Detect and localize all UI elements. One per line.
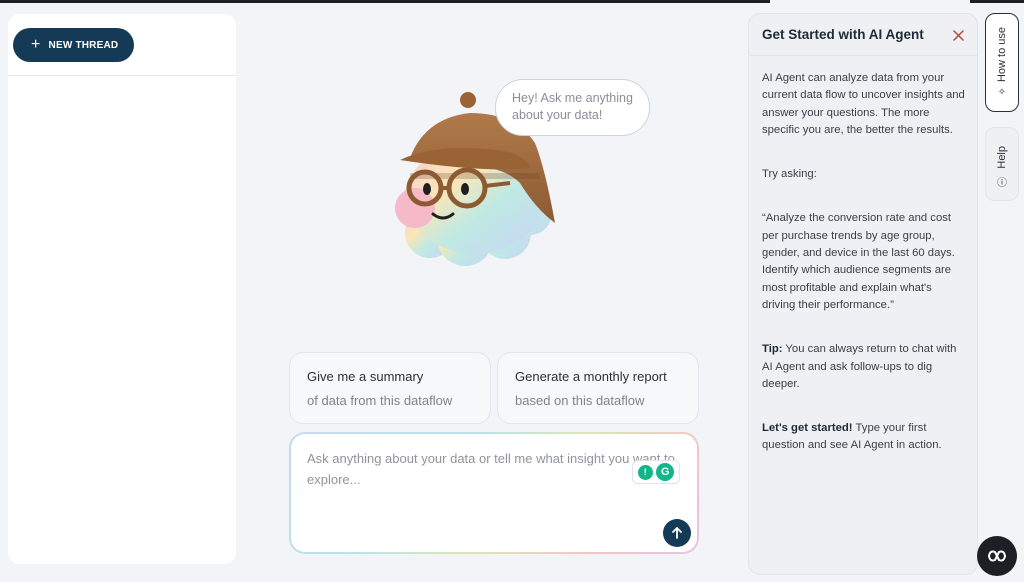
chat-input[interactable] [291,434,697,552]
chat-widget-button[interactable] [977,536,1017,576]
lightbulb-icon[interactable]: ! [637,464,653,480]
thread-sidebar: + NEW THREAD [8,14,236,564]
arrow-up-icon [672,527,682,539]
close-icon [952,29,964,41]
question-circle-icon: ⓘ [997,177,1007,189]
chat-input-container: ! G [289,432,699,554]
start-label: Let's get started! [762,422,853,435]
writing-assistant-widget[interactable]: ! G [632,460,680,484]
suggestion-subtitle: of data from this dataflow [307,393,453,408]
tip-label: Tip: [762,343,783,356]
sparkle-icon: ✧ [997,87,1007,99]
chat-widget-icon [988,550,1006,562]
suggestion-title: Give me a summary [307,369,424,384]
suggestion-monthly-report[interactable]: Generate a monthly report based on this … [497,352,699,424]
panel-start: Let's get started! Type your first quest… [762,420,967,455]
how-to-use-label: How to use [996,27,1008,83]
help-label: Help [996,146,1008,169]
panel-body: AI Agent can analyze data from your curr… [762,70,967,482]
sidebar-divider [8,75,236,76]
help-tab[interactable]: Help ⓘ [985,127,1019,201]
chat-input-box: ! G [291,434,697,552]
suggestion-subtitle: based on this dataflow [515,393,645,408]
panel-intro: AI Agent can analyze data from your curr… [762,72,965,136]
tip-text: You can always return to chat with AI Ag… [762,343,957,390]
get-started-panel: Get Started with AI Agent AI Agent can a… [748,13,978,575]
panel-try-asking: Try asking: [762,168,817,181]
send-button[interactable] [663,519,691,547]
top-edge-gap [770,0,970,3]
panel-title: Get Started with AI Agent [762,27,924,42]
mascot-speech-bubble: Hey! Ask me anything about your data! [495,79,650,136]
panel-header: Get Started with AI Agent [749,14,977,56]
new-thread-button[interactable]: + NEW THREAD [13,28,134,62]
plus-icon: + [31,36,41,53]
grammar-extension-icon[interactable]: G [656,463,675,481]
panel-example-prompt: “Analyze the conversion rate and cost pe… [762,212,955,311]
suggestion-title: Generate a monthly report [515,369,667,384]
panel-close-button[interactable] [949,26,967,44]
suggestion-summary[interactable]: Give me a summary of data from this data… [289,352,491,424]
how-to-use-tab[interactable]: How to use ✧ [985,13,1019,112]
panel-tip: Tip: You can always return to chat with … [762,341,967,393]
new-thread-label: NEW THREAD [48,39,119,51]
